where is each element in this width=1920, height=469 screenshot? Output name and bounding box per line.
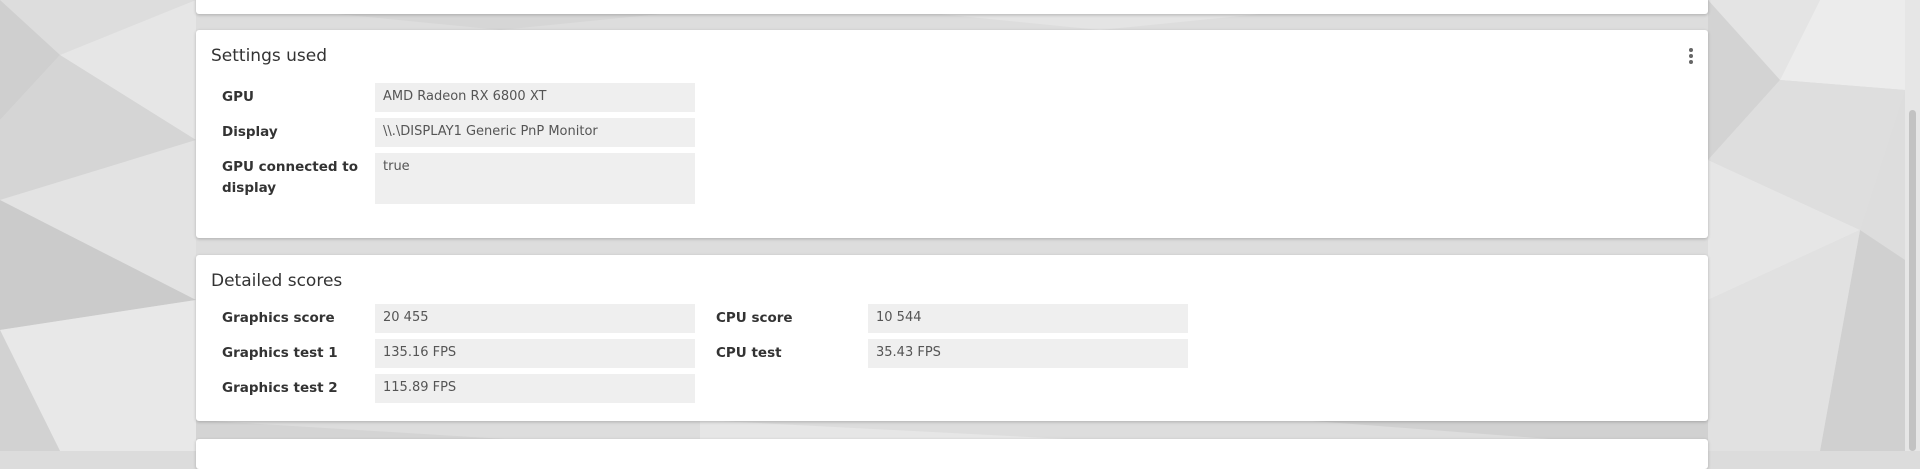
graphics-score-value: 20 455 bbox=[375, 304, 695, 333]
cpu-test-value: 35.43 FPS bbox=[868, 339, 1188, 368]
cpu-score-label: CPU score bbox=[716, 310, 793, 326]
more-vertical-icon[interactable] bbox=[1686, 48, 1696, 66]
graphics-test-1-label: Graphics test 1 bbox=[222, 345, 338, 361]
settings-used-title: Settings used bbox=[211, 46, 328, 66]
display-value: \\.\DISPLAY1 Generic PnP Monitor bbox=[375, 118, 695, 147]
gpu-value: AMD Radeon RX 6800 XT bbox=[375, 83, 695, 112]
detailed-scores-card: Detailed scores Graphics score 20 455 Gr… bbox=[196, 255, 1708, 421]
next-card bbox=[196, 439, 1708, 469]
graphics-test-2-value: 115.89 FPS bbox=[375, 374, 695, 403]
gpu-connected-label: GPU connected to display bbox=[222, 159, 358, 196]
cpu-test-label: CPU test bbox=[716, 345, 782, 361]
previous-card bbox=[196, 0, 1708, 14]
scrollbar[interactable] bbox=[1905, 0, 1920, 451]
settings-used-card: Settings used GPU AMD Radeon RX 6800 XT … bbox=[196, 30, 1708, 238]
gpu-connected-value: true bbox=[375, 153, 695, 204]
display-label: Display bbox=[222, 124, 278, 140]
graphics-score-label: Graphics score bbox=[222, 310, 335, 326]
graphics-test-2-label: Graphics test 2 bbox=[222, 380, 338, 396]
scrollbar-thumb[interactable] bbox=[1909, 110, 1916, 451]
detailed-scores-title: Detailed scores bbox=[211, 271, 343, 291]
cpu-score-value: 10 544 bbox=[868, 304, 1188, 333]
gpu-label: GPU bbox=[222, 89, 254, 105]
graphics-test-1-value: 135.16 FPS bbox=[375, 339, 695, 368]
